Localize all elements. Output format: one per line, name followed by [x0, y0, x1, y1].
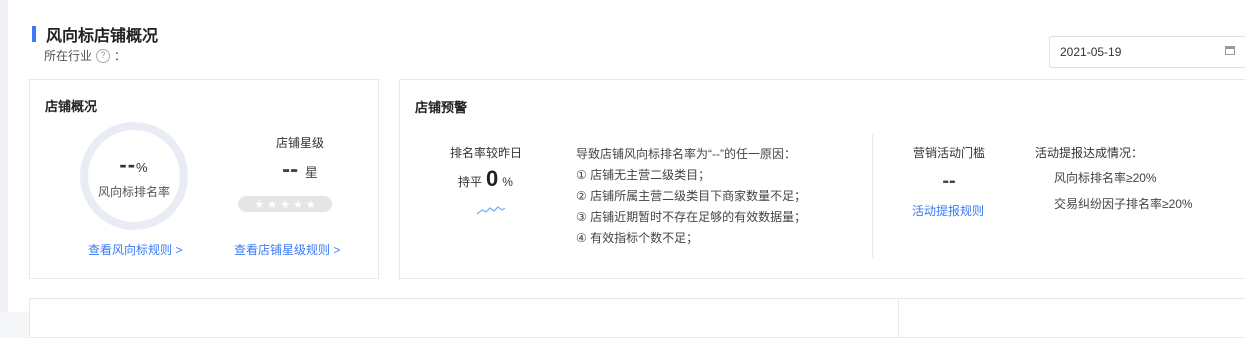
rank-number: --: [119, 152, 137, 177]
rank-label: 风向标排名率: [97, 185, 170, 199]
compare-number: 0: [486, 166, 499, 191]
reasons-list: 导致店铺风向标排名率为“--”的任一原因： ① 店铺无主营二级类目； ② 店铺所…: [576, 144, 806, 249]
date-picker[interactable]: 2021-05-19: [1049, 36, 1245, 68]
title-accent-bar: [32, 26, 36, 42]
star-icon: ★: [292, 198, 303, 211]
achieve-item: 风向标排名率≥20%: [1054, 171, 1157, 185]
date-value: 2021-05-19: [1060, 45, 1122, 59]
bottom-card-right: [898, 298, 1245, 338]
reason-item: ③ 店铺近期暂时不存在足够的有效数据量；: [576, 210, 807, 224]
main-canvas: 风向标店铺概况 所在行业 ? ： 2021-05-19 店铺概况 --% 风向标…: [8, 0, 1245, 338]
page-title: 风向标店铺概况: [46, 28, 159, 45]
overview-card: 店铺概况 --% 风向标排名率 店铺星级 -- 星 ★ ★ ★ ★ ★ 查看风向…: [29, 79, 379, 279]
marketing-label: 营销活动门槛: [912, 146, 985, 160]
left-gutter: [0, 0, 8, 312]
star-rating: ★ ★ ★ ★ ★: [238, 196, 332, 212]
compare-status: 持平: [458, 175, 483, 189]
calendar-icon[interactable]: [1225, 46, 1235, 55]
marketing-value: --: [942, 170, 956, 192]
rank-unit: %: [136, 160, 149, 175]
star-number: --: [282, 156, 299, 183]
divider: [872, 134, 873, 258]
industry-row: 所在行业 ? ：: [44, 47, 126, 64]
rank-value: --%: [80, 152, 188, 178]
reason-item: ② 店铺所属主营二级类目下商家数量不足；: [576, 189, 807, 203]
achieve-label: 活动提报达成情况：: [1035, 146, 1144, 160]
star-unit: 星: [304, 165, 318, 180]
warning-title: 店铺预警: [415, 100, 468, 115]
star-icon: ★: [267, 198, 278, 211]
bottom-card: [29, 298, 899, 338]
star-rule-link[interactable]: 查看店铺星级规则 >: [234, 241, 340, 258]
compare-label: 排名率较昨日: [450, 146, 523, 160]
reason-item: ④ 有效指标个数不足；: [576, 231, 699, 245]
reason-item: ① 店铺无主营二级类目；: [576, 168, 711, 182]
star-icon: ★: [305, 198, 316, 211]
marketing-rule-link[interactable]: 活动提报规则: [912, 202, 984, 219]
compare-unit: %: [502, 175, 513, 189]
star-icon: ★: [280, 198, 290, 211]
star-label: 店铺星级: [275, 136, 324, 150]
help-icon[interactable]: ?: [96, 48, 111, 63]
overview-title: 店铺概况: [45, 99, 98, 114]
trend-sparkline-icon: [476, 206, 506, 215]
industry-label: 所在行业: [44, 49, 93, 63]
compare-value: 持平 0 %: [458, 166, 513, 192]
achieve-item: 交易纠纷因子排名率≥20%: [1054, 197, 1193, 211]
reasons-title: 导致店铺风向标排名率为“--”的任一原因：: [576, 147, 796, 161]
star-icon: ★: [254, 198, 265, 211]
rank-rule-link[interactable]: 查看风向标规则 >: [88, 241, 182, 258]
warning-card: 店铺预警 排名率较昨日 持平 0 % 导致店铺风向标排名率为“--”的任一原因：…: [399, 79, 1245, 279]
industry-value: ：: [114, 49, 127, 63]
star-value: -- 星: [240, 156, 360, 184]
